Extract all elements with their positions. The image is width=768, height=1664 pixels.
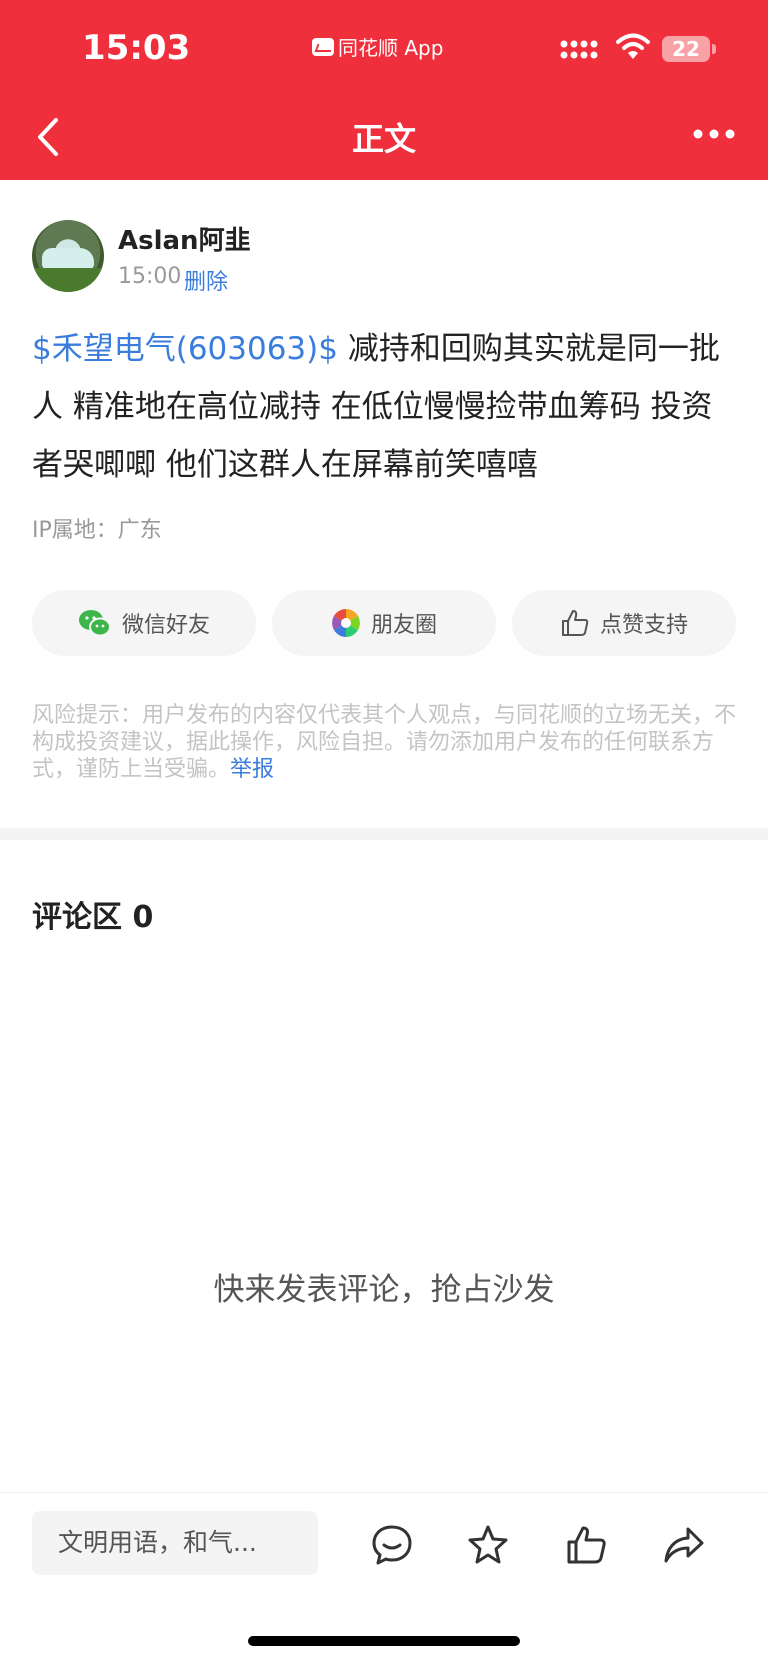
share-moments-button[interactable]: 朋友圈 [272, 590, 496, 656]
status-time: 15:03 [82, 28, 191, 68]
risk-warning: 风险提示：用户发布的内容仅代表其个人观点，与同花顺的立场无关，不构成投资建议，据… [32, 702, 738, 783]
battery-icon: 22 [662, 36, 710, 62]
share-wechat-label: 微信好友 [121, 613, 210, 638]
share-forward-icon[interactable] [662, 1523, 706, 1567]
favorite-star-icon[interactable] [466, 1523, 510, 1567]
battery-tip [712, 44, 716, 54]
share-moments-label: 朋友圈 [370, 613, 437, 638]
share-wechat-button[interactable]: 微信好友 [32, 590, 256, 656]
report-link[interactable]: 举报 [230, 757, 274, 782]
empty-comments-text: 快来发表评论，抢占沙发 [213, 1272, 555, 1308]
comment-icon[interactable] [370, 1523, 414, 1567]
page-title: 正文 [351, 120, 416, 158]
author-name[interactable]: Aslan阿韭 [118, 220, 251, 257]
delete-link[interactable]: 删除 [184, 264, 228, 296]
post-content: $禾望电气(603063)$ 减持和回购其实就是同一批人 精准地在高位减持 在低… [32, 320, 736, 494]
author-avatar[interactable] [32, 220, 104, 292]
like-support-label: 点赞支持 [599, 613, 688, 638]
battery-level: 22 [672, 37, 700, 61]
wifi-icon [616, 33, 650, 59]
post-time: 15:00 [118, 264, 182, 289]
app-header: 15:03 同花顺 App 22 正文 [0, 0, 768, 180]
comment-section-title: 评论区 0 [32, 900, 154, 935]
signal-icon [560, 40, 598, 59]
risk-warning-text: 风险提示：用户发布的内容仅代表其个人观点，与同花顺的立场无关，不构成投资建议，据… [32, 703, 737, 782]
like-support-button[interactable]: 点赞支持 [512, 590, 736, 656]
app-label: 同花顺 App [312, 32, 443, 61]
wechat-icon [78, 610, 111, 637]
section-divider [0, 828, 768, 840]
stock-tag-link[interactable]: $禾望电气(603063)$ [32, 331, 338, 367]
like-icon[interactable] [564, 1523, 608, 1567]
comment-input[interactable]: 文明用语，和气... [32, 1511, 318, 1575]
home-indicator [248, 1636, 520, 1646]
moments-icon [331, 609, 360, 637]
thumbs-up-icon [561, 610, 589, 636]
ip-location: IP属地：广东 [32, 518, 162, 543]
app-logo-icon [312, 37, 334, 56]
more-options-button[interactable] [692, 126, 736, 142]
app-label-text: 同花顺 App [338, 36, 444, 60]
